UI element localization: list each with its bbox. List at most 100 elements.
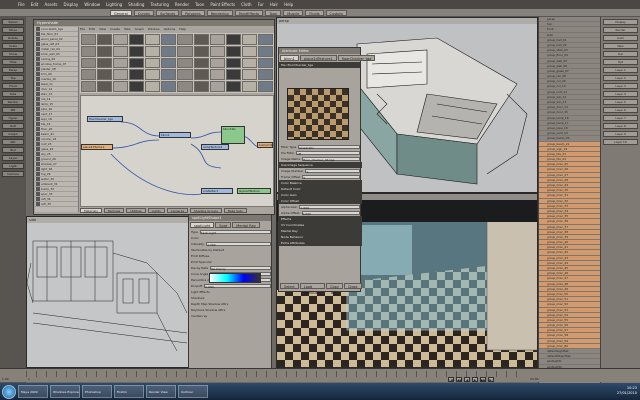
- attr-tab[interactable]: blinn1: [280, 55, 299, 61]
- menu-item[interactable]: Texturing: [150, 2, 168, 7]
- shelf-button[interactable]: IPR: [2, 107, 24, 113]
- shelf-button[interactable]: Hide: [2, 59, 24, 65]
- shelf-button[interactable]: Outl: [2, 123, 24, 129]
- graph-node[interactable]: layeredTexture: [237, 188, 271, 194]
- material-swatch-icon[interactable]: [113, 34, 129, 45]
- play-back-button[interactable]: ◀: [464, 377, 470, 382]
- light-tab[interactable]: spotLight: [190, 222, 215, 228]
- side-viewport[interactable]: side: [26, 216, 190, 368]
- attribute-field[interactable]: Quadratic: [298, 145, 360, 150]
- taskbar-item[interactable]: Render View: [146, 385, 176, 398]
- shelf-button[interactable]: Move: [2, 27, 24, 33]
- shelf-tab[interactable]: Toon: [265, 9, 282, 16]
- material-swatch-icon[interactable]: [129, 57, 145, 69]
- material-swatch-icon[interactable]: [177, 81, 193, 92]
- tab[interactable]: Materials: [80, 208, 102, 213]
- material-swatch-icon[interactable]: [225, 34, 241, 45]
- shelf-button[interactable]: Tool: [2, 147, 24, 153]
- layer-button[interactable]: Layer 7: [603, 115, 638, 121]
- attribute-field[interactable]: 1.200: [206, 242, 271, 247]
- material-swatch-icon[interactable]: [225, 45, 241, 57]
- shelf-button[interactable]: Light: [2, 163, 24, 169]
- shelf-button[interactable]: Scale: [2, 43, 24, 49]
- material-swatch-icon[interactable]: [161, 69, 177, 81]
- time-slider[interactable]: 1.00 24.00 1 |◀ ◀◀ ◀ ▶ ▶▶ ▶|: [0, 368, 640, 382]
- start-frame[interactable]: 1.00: [2, 377, 9, 381]
- material-swatch-icon[interactable]: [225, 81, 241, 92]
- taskbar-item[interactable]: Firefox: [114, 385, 144, 398]
- shelf-tab[interactable]: PaintEffects: [234, 9, 264, 16]
- material-swatch-icon[interactable]: [161, 81, 177, 92]
- shelf-button[interactable]: Top: [2, 75, 24, 81]
- attribute-field[interactable]: 0.000: [301, 211, 360, 216]
- material-swatch-icon[interactable]: [81, 45, 97, 57]
- material-swatch-icon[interactable]: [161, 57, 177, 69]
- material-swatch-icon[interactable]: [81, 81, 97, 92]
- menu-item[interactable]: Create: [110, 27, 120, 32]
- attr-tab[interactable]: place2dTexture1: [299, 55, 337, 61]
- graph-node[interactable]: place2dTexture: [81, 144, 113, 150]
- end-frame[interactable]: 24.00: [530, 377, 539, 381]
- taskbar-item[interactable]: Windows Explorer: [50, 385, 80, 398]
- go-end-button[interactable]: ▶|: [488, 377, 494, 382]
- material-swatch-icon[interactable]: [225, 69, 241, 81]
- shelf-button[interactable]: Graph: [2, 131, 24, 137]
- graph-node[interactable]: bump2d1: [257, 142, 273, 148]
- material-swatch-icon[interactable]: [209, 57, 225, 69]
- layer-button[interactable]: Layer 4: [603, 91, 638, 97]
- light-attribute-row[interactable]: mental ray: [189, 313, 273, 319]
- material-swatch-icon[interactable]: [241, 45, 257, 57]
- layer-button[interactable]: Display: [603, 19, 638, 25]
- menu-item[interactable]: Help: [284, 2, 293, 7]
- shelf-button[interactable]: Side: [2, 91, 24, 97]
- menu-item[interactable]: Help: [179, 27, 186, 32]
- color-slider[interactable]: [209, 273, 261, 283]
- material-swatch-icon[interactable]: [129, 69, 145, 81]
- menu-item[interactable]: Edit: [31, 2, 39, 7]
- taskbar-item[interactable]: Outliner: [178, 385, 208, 398]
- shelf-button[interactable]: Select: [2, 19, 24, 25]
- menu-item[interactable]: Shading: [128, 2, 144, 7]
- taskbar-item[interactable]: Maya 2009: [18, 385, 48, 398]
- layer-button[interactable]: Layer 2: [603, 75, 638, 81]
- menu-item[interactable]: Tabs: [124, 27, 131, 32]
- menu-item[interactable]: Window: [84, 2, 100, 7]
- graph-node[interactable]: envReflect: [201, 188, 233, 194]
- material-swatch-icon[interactable]: [113, 69, 129, 81]
- material-swatch-icon[interactable]: [257, 57, 273, 69]
- shelf-button[interactable]: Rotate: [2, 35, 24, 41]
- material-swatch-icon[interactable]: [209, 45, 225, 57]
- shelf-tab[interactable]: Polygons: [181, 9, 205, 16]
- attribute-field[interactable]: 1.000: [299, 205, 360, 210]
- material-swatch-icon[interactable]: [129, 34, 145, 45]
- menu-item[interactable]: Toon: [195, 2, 204, 7]
- shelf-tab[interactable]: General: [110, 9, 132, 16]
- copy-tab-button[interactable]: Copy Tab: [326, 283, 343, 295]
- graph-node[interactable]: blinn1SG: [221, 126, 245, 144]
- layer-button[interactable]: Layer 5: [603, 99, 638, 105]
- graph-node[interactable]: rampTexture1: [201, 144, 229, 150]
- material-swatch-icon[interactable]: [97, 69, 113, 81]
- shelf-button[interactable]: Camera: [2, 171, 24, 177]
- menu-item[interactable]: Lighting: [106, 2, 122, 7]
- layer-button[interactable]: Layer 6: [603, 107, 638, 113]
- attribute-field[interactable]: 0: [302, 175, 360, 180]
- light-tab[interactable]: Spot: [215, 222, 232, 228]
- menu-item[interactable]: Edit: [89, 27, 95, 32]
- tab[interactable]: Lights: [147, 208, 165, 213]
- material-swatch-icon[interactable]: [129, 45, 145, 57]
- material-swatch-icon[interactable]: [177, 69, 193, 81]
- material-swatch-icon[interactable]: [257, 45, 273, 57]
- attribute-field[interactable]: 1: [305, 169, 360, 174]
- material-swatch-icon[interactable]: [209, 69, 225, 81]
- material-swatch-icon[interactable]: [241, 81, 257, 92]
- tab[interactable]: Cameras: [166, 208, 189, 213]
- material-swatch-icon[interactable]: [177, 34, 193, 45]
- attribute-field[interactable]: floor_checker_04.tga: [302, 157, 360, 162]
- layer-button[interactable]: Anim: [603, 35, 638, 41]
- material-swatch-icon[interactable]: [145, 69, 161, 81]
- texture-list[interactable]: concrete01_tga tile_floor_01 wood_panel_02…: [35, 27, 79, 212]
- material-swatch-icon[interactable]: [257, 34, 273, 45]
- material-swatch-icon[interactable]: [97, 45, 113, 57]
- go-start-button[interactable]: |◀: [448, 377, 454, 382]
